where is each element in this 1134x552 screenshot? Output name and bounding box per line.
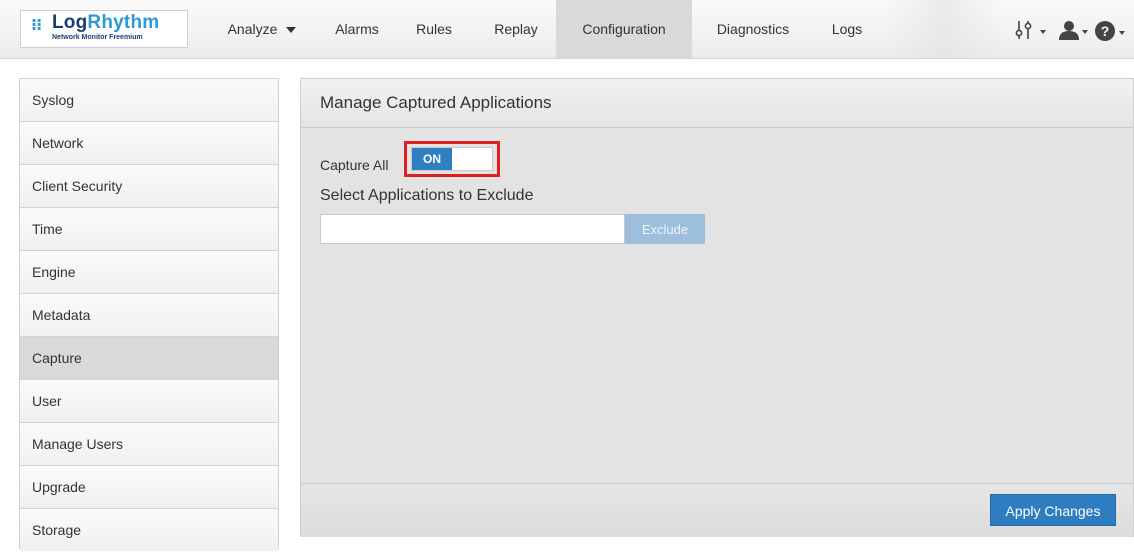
nav-configuration[interactable]: Configuration (556, 0, 692, 58)
logrhythm-logo[interactable]: ⁝⁝ LogRhythm Network Monitor Freemium (20, 10, 188, 48)
svg-text:?: ? (1101, 23, 1110, 39)
capture-all-toggle[interactable]: ON (411, 147, 493, 171)
sidebar-item-metadata[interactable]: Metadata (20, 293, 278, 336)
sidebar-item-time[interactable]: Time (20, 207, 278, 250)
dots-grid-icon: ⁝⁝ (31, 17, 42, 34)
chevron-down-icon (286, 27, 297, 34)
user-menu[interactable] (1058, 20, 1090, 40)
nav-replay[interactable]: Replay (480, 0, 552, 58)
toggle-on-label: ON (412, 148, 452, 170)
logo-name: LogRhythm (52, 12, 160, 33)
sidebar-item-engine[interactable]: Engine (20, 250, 278, 293)
help-icon: ? (1095, 21, 1115, 41)
sidebar-item-network[interactable]: Network (20, 121, 278, 164)
chevron-down-icon (1040, 30, 1046, 34)
nav-diagnostics[interactable]: Diagnostics (704, 0, 802, 58)
sliders-icon (1015, 21, 1032, 39)
exclude-heading: Select Applications to Exclude (320, 187, 534, 204)
exclude-applications-input[interactable] (320, 214, 625, 244)
nav-analyze-label: Analyze (227, 21, 278, 37)
manage-captured-applications-panel: Manage Captured Applications Capture All… (300, 78, 1134, 537)
nav-logs[interactable]: Logs (820, 0, 874, 58)
sidebar-item-upgrade[interactable]: Upgrade (20, 465, 278, 508)
nav-divider-fade (884, 0, 1004, 58)
nav-rules[interactable]: Rules (406, 0, 462, 58)
sidebar-item-manage-users[interactable]: Manage Users (20, 422, 278, 465)
panel-footer: Apply Changes (301, 483, 1133, 537)
panel-header: Manage Captured Applications (301, 79, 1133, 128)
sidebar-item-user[interactable]: User (20, 379, 278, 422)
panel-title: Manage Captured Applications (320, 93, 552, 112)
configuration-sidebar: Syslog Network Client Security Time Engi… (19, 78, 279, 551)
sidebar-item-storage[interactable]: Storage (20, 508, 278, 551)
user-icon (1059, 21, 1079, 40)
sidebar-item-syslog[interactable]: Syslog (20, 78, 278, 121)
sidebar-item-client-security[interactable]: Client Security (20, 164, 278, 207)
help-menu[interactable]: ? (1094, 20, 1128, 41)
top-navigation-bar: ⁝⁝ LogRhythm Network Monitor Freemium An… (0, 0, 1134, 59)
sliders-menu[interactable] (1015, 20, 1049, 40)
chevron-down-icon (1119, 31, 1125, 35)
sidebar-item-capture[interactable]: Capture (20, 336, 278, 379)
nav-alarms[interactable]: Alarms (324, 0, 390, 58)
chevron-down-icon (1082, 30, 1088, 34)
capture-all-label: Capture All (320, 157, 389, 173)
logo-subtitle: Network Monitor Freemium (52, 34, 143, 41)
exclude-button[interactable]: Exclude (625, 214, 705, 244)
apply-changes-button[interactable]: Apply Changes (990, 494, 1116, 526)
nav-analyze[interactable]: Analyze (218, 0, 306, 58)
